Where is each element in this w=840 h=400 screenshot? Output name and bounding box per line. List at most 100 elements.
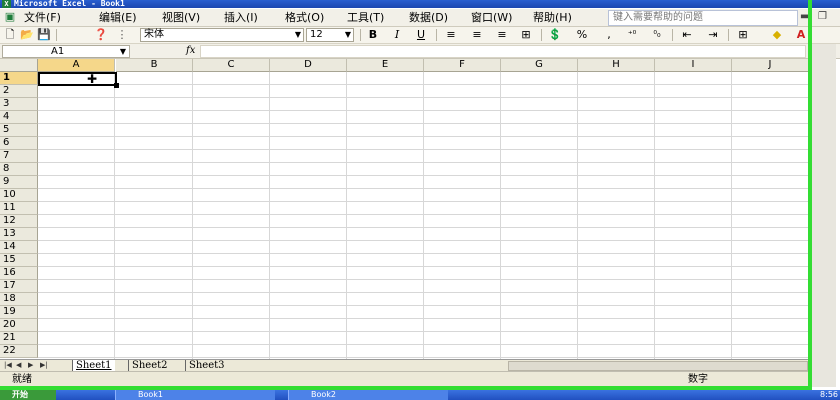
- save-icon[interactable]: 💾: [37, 28, 51, 42]
- row-header[interactable]: 19: [0, 306, 38, 319]
- menu-window[interactable]: 窗口(W): [471, 11, 512, 25]
- row-header[interactable]: 14: [0, 241, 38, 254]
- horizontal-scrollbar[interactable]: [508, 361, 808, 371]
- first-sheet-icon[interactable]: |◀: [4, 361, 12, 369]
- column-header[interactable]: D: [270, 59, 347, 72]
- row-header[interactable]: 5: [0, 124, 38, 137]
- font-size-select[interactable]: 12 ▼: [306, 28, 354, 42]
- column-header[interactable]: E: [347, 59, 424, 72]
- font-color-icon[interactable]: A: [794, 28, 808, 42]
- align-left-icon[interactable]: ≡: [444, 28, 458, 42]
- toolbar-separator: [672, 29, 673, 41]
- row-header[interactable]: 7: [0, 150, 38, 163]
- status-mode: 数字: [688, 374, 708, 385]
- row-header[interactable]: 9: [0, 176, 38, 189]
- menu-file[interactable]: 文件(F): [24, 11, 61, 25]
- fill-handle[interactable]: [114, 83, 119, 88]
- toolbar: 🗋 📂 💾 ❓ ⋮ 宋体 ▼ 12 ▼ B I U ≡ ≡ ≡ ⊞ 💲 % , …: [0, 27, 840, 44]
- formula-bar: A1 ▼ fx: [0, 44, 840, 59]
- borders-icon[interactable]: ⊞: [736, 28, 750, 42]
- increase-decimal-icon[interactable]: ⁺⁰: [625, 28, 639, 42]
- workbook-icon[interactable]: ▣: [3, 10, 17, 24]
- menu-help[interactable]: 帮助(H): [533, 11, 572, 25]
- row-header[interactable]: 11: [0, 202, 38, 215]
- menu-data[interactable]: 数据(D): [409, 11, 448, 25]
- start-button[interactable]: 开始: [0, 390, 56, 400]
- italic-button[interactable]: I: [390, 28, 404, 42]
- decrease-decimal-icon[interactable]: ⁰₀: [650, 28, 664, 42]
- row-header[interactable]: 15: [0, 254, 38, 267]
- merge-center-icon[interactable]: ⊞: [519, 28, 533, 42]
- column-header[interactable]: J: [732, 59, 808, 72]
- help-icon[interactable]: ❓: [94, 28, 108, 42]
- row-header[interactable]: 20: [0, 319, 38, 332]
- column-gridline: [731, 72, 732, 359]
- font-size-value: 12: [310, 29, 323, 40]
- row-header[interactable]: 18: [0, 293, 38, 306]
- row-header[interactable]: 16: [0, 267, 38, 280]
- row-header[interactable]: 13: [0, 228, 38, 241]
- menu-view[interactable]: 视图(V): [162, 11, 200, 25]
- toolbar-separator: [728, 29, 729, 41]
- comma-style-icon[interactable]: ,: [602, 28, 616, 42]
- insert-function-button[interactable]: fx: [186, 45, 195, 56]
- column-header[interactable]: C: [193, 59, 270, 72]
- decrease-indent-icon[interactable]: ⇤: [680, 28, 694, 42]
- align-right-icon[interactable]: ≡: [495, 28, 509, 42]
- row-header[interactable]: 12: [0, 215, 38, 228]
- column-gridline: [500, 72, 501, 359]
- last-sheet-icon[interactable]: ▶|: [40, 361, 48, 369]
- row-header[interactable]: 10: [0, 189, 38, 202]
- column-header[interactable]: I: [655, 59, 732, 72]
- restore-icon[interactable]: ❐: [818, 11, 827, 22]
- row-header[interactable]: 21: [0, 332, 38, 345]
- column-gridline: [114, 72, 115, 359]
- row-header[interactable]: 22: [0, 345, 38, 358]
- name-box[interactable]: A1 ▼: [2, 45, 130, 58]
- chevron-down-icon: ▼: [294, 30, 301, 39]
- currency-icon[interactable]: 💲: [548, 28, 562, 42]
- active-cell[interactable]: [38, 72, 119, 88]
- increase-indent-icon[interactable]: ⇥: [706, 28, 720, 42]
- row-header[interactable]: 17: [0, 280, 38, 293]
- row-header[interactable]: 4: [0, 111, 38, 124]
- green-frame-right: [808, 0, 812, 390]
- underline-button[interactable]: U: [414, 28, 428, 42]
- row-header[interactable]: 8: [0, 163, 38, 176]
- font-name-value: 宋体: [144, 29, 164, 40]
- prev-sheet-icon[interactable]: ◀: [16, 361, 21, 369]
- menu-edit[interactable]: 编辑(E): [99, 11, 137, 25]
- row-header[interactable]: 1: [0, 72, 38, 85]
- column-gridline: [577, 72, 578, 359]
- taskbar: 开始 Book1 Book2 8:56: [0, 390, 840, 400]
- column-header[interactable]: G: [501, 59, 578, 72]
- task-book1[interactable]: Book1: [115, 390, 275, 400]
- bold-button[interactable]: B: [366, 28, 380, 42]
- toolbar-separator: [360, 29, 361, 41]
- column-headers: ABCDEFGHIJ: [0, 59, 808, 72]
- align-center-icon[interactable]: ≡: [470, 28, 484, 42]
- task-book2[interactable]: Book2: [288, 390, 448, 400]
- row-header[interactable]: 6: [0, 137, 38, 150]
- menu-format[interactable]: 格式(O): [285, 11, 324, 25]
- next-sheet-icon[interactable]: ▶: [28, 361, 33, 369]
- menu-insert[interactable]: 插入(I): [224, 11, 258, 25]
- menu-bar: ▣ 文件(F) 编辑(E) 视图(V) 插入(I) 格式(O) 工具(T) 数据…: [0, 9, 840, 27]
- column-header[interactable]: B: [116, 59, 193, 72]
- formula-input[interactable]: [200, 45, 806, 58]
- menu-tools[interactable]: 工具(T): [347, 11, 384, 25]
- row-header[interactable]: 3: [0, 98, 38, 111]
- name-box-value: A1: [51, 46, 65, 57]
- percent-button[interactable]: %: [575, 28, 589, 42]
- column-header[interactable]: F: [424, 59, 501, 72]
- row-header[interactable]: 2: [0, 85, 38, 98]
- open-icon[interactable]: 📂: [20, 28, 34, 42]
- fill-color-icon[interactable]: ◆: [770, 28, 784, 42]
- vertical-scrollbar[interactable]: [812, 44, 836, 387]
- worksheet-grid[interactable]: ABCDEFGHIJ 1 2 3 4 5 6 7 8 9 10 11 12 13 14 15 16 17 18 19…: [0, 59, 808, 359]
- column-header[interactable]: H: [578, 59, 655, 72]
- column-header[interactable]: A: [38, 59, 115, 72]
- font-name-select[interactable]: 宋体 ▼: [140, 28, 304, 42]
- new-icon[interactable]: 🗋: [3, 28, 17, 42]
- help-search-input[interactable]: 键入需要帮助的问题: [608, 10, 798, 26]
